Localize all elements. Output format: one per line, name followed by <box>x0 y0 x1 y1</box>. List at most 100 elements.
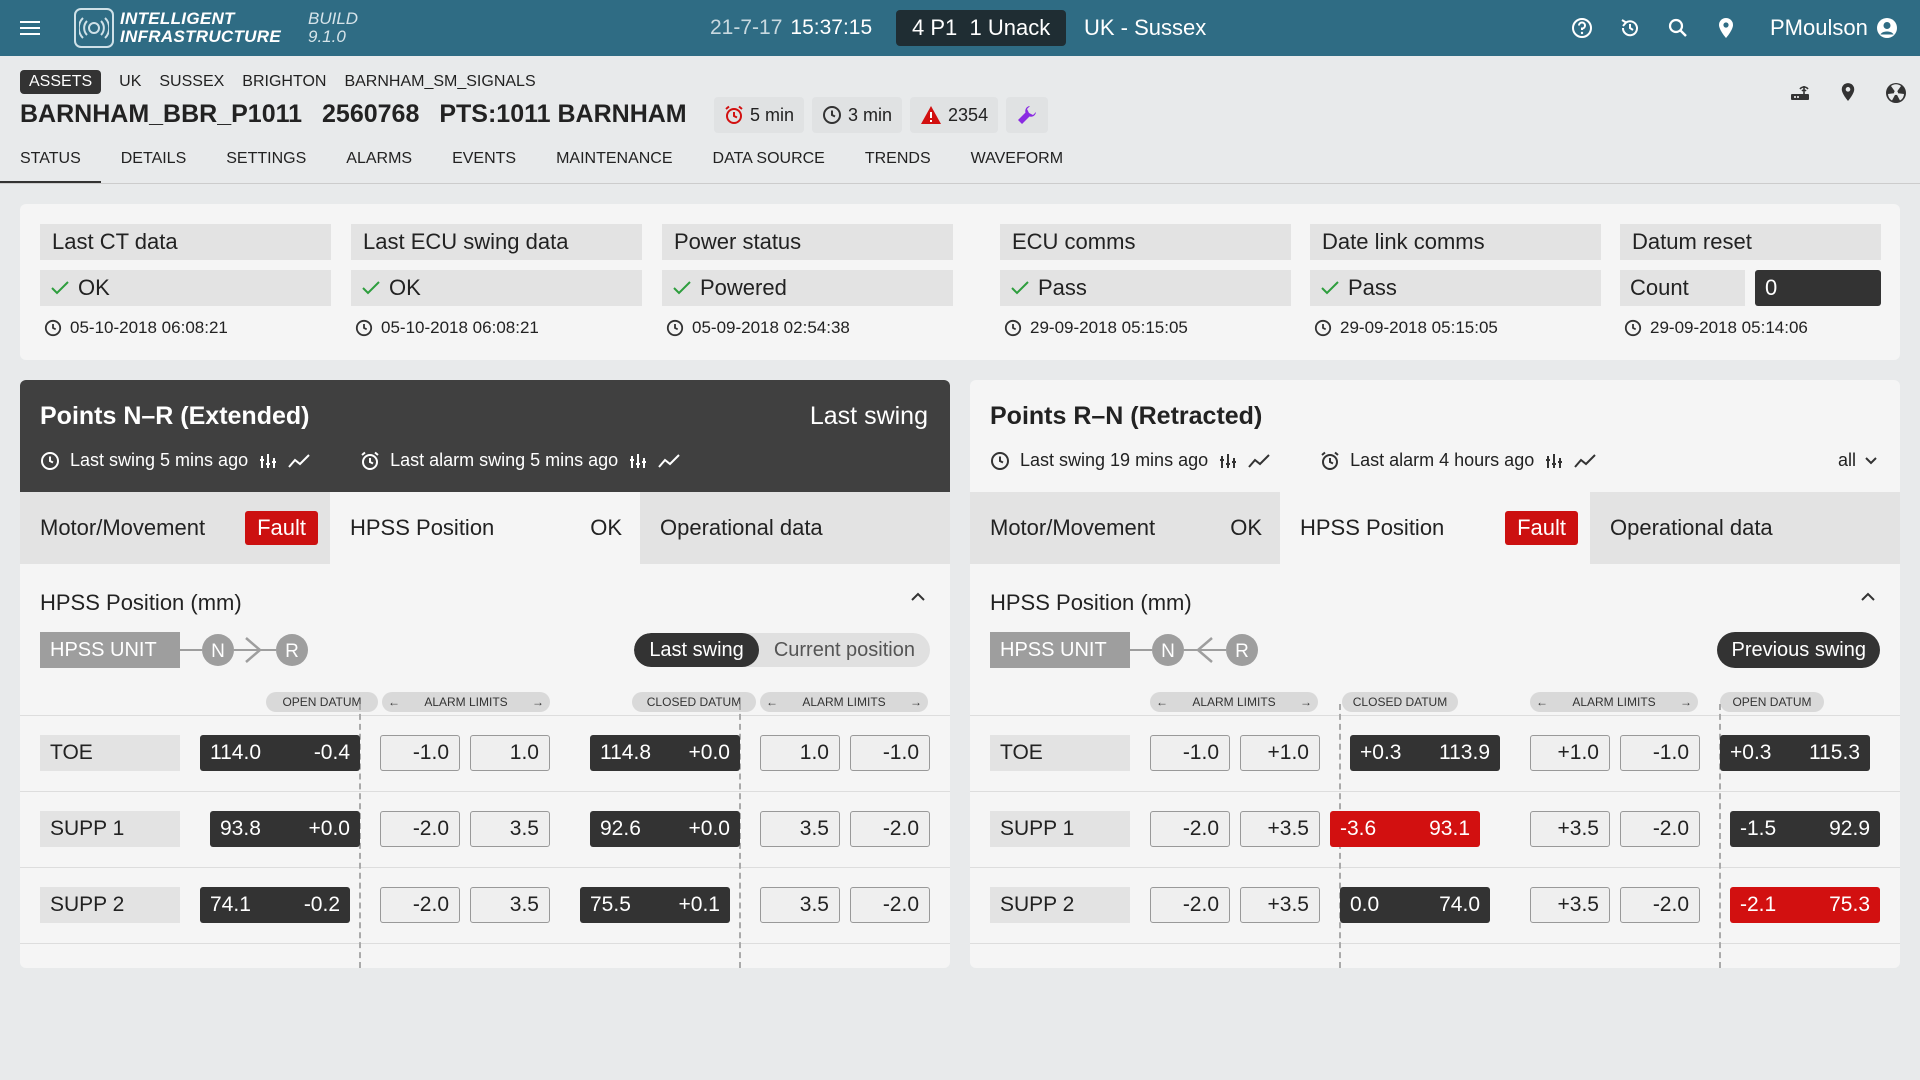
column-header-closed-datum: CLOSED DATUM <box>632 692 756 712</box>
chevron-up-icon[interactable] <box>910 592 926 602</box>
breadcrumb-item[interactable]: BRIGHTON <box>242 73 326 91</box>
location-icon[interactable] <box>1824 82 1872 104</box>
bar-chart-icon[interactable] <box>1544 452 1564 470</box>
alarm-limit: -1.0 <box>1150 735 1230 771</box>
status-summary-card: Last CT data OK 05-10-2018 06:08:21 Last… <box>20 204 1900 360</box>
tab-events[interactable]: EVENTS <box>432 144 536 184</box>
breadcrumb-item[interactable]: BARNHAM_SM_SIGNALS <box>344 73 535 91</box>
previous-swing-button[interactable]: Previous swing <box>1717 632 1880 668</box>
asset-name: BARNHAM_BBR_P1011 <box>20 100 303 128</box>
clock-icon <box>1314 319 1332 337</box>
search-icon[interactable] <box>1658 0 1698 56</box>
tab-operational-data[interactable]: Operational data <box>1590 492 1900 564</box>
router-icon[interactable] <box>1776 82 1824 104</box>
check-icon <box>1320 280 1340 296</box>
tab-operational-data[interactable]: Operational data <box>640 492 950 564</box>
svg-text:R: R <box>285 641 299 662</box>
last-swing-text: Last swing 19 mins ago <box>1020 450 1209 470</box>
tab-settings[interactable]: SETTINGS <box>206 144 326 184</box>
filter-dropdown[interactable]: all <box>1838 450 1878 471</box>
panel-tabs: Motor/Movement OK HPSS Position Fault Op… <box>970 492 1900 564</box>
tab-motor-movement[interactable]: Motor/Movement Fault <box>20 492 330 564</box>
open-datum-value: +0.3 115.3 <box>1720 735 1870 771</box>
breadcrumb-assets[interactable]: ASSETS <box>20 70 102 94</box>
alarm-limit: -2.0 <box>1150 887 1230 923</box>
alarm-clock-icon <box>360 451 380 471</box>
swing-toggle: Last swing Current position <box>634 633 930 667</box>
tab-motor-movement[interactable]: Motor/Movement OK <box>970 492 1280 564</box>
build-version: BUILD 9.1.0 <box>308 9 359 46</box>
trend-icon[interactable] <box>288 453 310 469</box>
chevron-down-icon <box>1864 456 1878 466</box>
arrow-left-icon: ← <box>388 695 400 709</box>
last-swing-text: Last swing 5 mins ago <box>70 450 249 470</box>
maintenance-chip[interactable] <box>1006 97 1049 133</box>
panel-last-swing-title: Last swing <box>809 402 928 430</box>
bar-chart-icon[interactable] <box>258 452 278 470</box>
open-datum-value: -2.1 75.3 <box>1730 887 1880 923</box>
asset-chips: 5 min 3 min 2354 <box>714 97 1049 133</box>
radiation-icon[interactable] <box>1872 82 1920 104</box>
tab-waveform[interactable]: WAVEFORM <box>951 144 1083 184</box>
status-last-ecu-swing: Last ECU swing data OK 05-10-2018 06:08:… <box>351 224 642 338</box>
toggle-last-swing[interactable]: Last swing <box>634 633 759 667</box>
tab-maintenance[interactable]: MAINTENANCE <box>536 144 692 184</box>
breadcrumb-item[interactable]: UK <box>119 73 141 91</box>
menu-icon[interactable] <box>10 0 50 56</box>
clock-time: 15:37:15 <box>790 16 873 39</box>
section-title: HPSS Position (mm) <box>990 590 1192 615</box>
history-icon[interactable] <box>1610 0 1650 56</box>
tab-details[interactable]: DETAILS <box>101 144 207 184</box>
alarm-limit: +3.5 <box>1530 811 1610 847</box>
trend-icon[interactable] <box>1248 453 1270 469</box>
closed-datum-value: 0.0 74.0 <box>1340 887 1490 923</box>
alarm-limit: 3.5 <box>760 887 840 923</box>
trend-icon[interactable] <box>1574 453 1596 469</box>
tab-data-source[interactable]: DATA SOURCE <box>693 144 845 184</box>
location-pin-icon[interactable] <box>1706 0 1746 56</box>
alarm-summary-button[interactable]: 4 P1 1 Unack <box>896 10 1067 46</box>
wrench-icon <box>1018 106 1037 124</box>
status-power: Power status Powered 05-09-2018 02:54:38 <box>662 224 953 338</box>
clock-chip[interactable]: 3 min <box>812 97 903 133</box>
arrow-left-icon: ← <box>1536 695 1548 709</box>
region-selector[interactable]: UK - Sussex <box>1084 0 1206 56</box>
panel-title: Points R–N (Retracted) <box>990 402 1263 430</box>
clock-icon <box>44 319 62 337</box>
r-to-n-diagram: N R <box>1130 634 1258 666</box>
bar-chart-icon[interactable] <box>1218 452 1238 470</box>
tab-alarms[interactable]: ALARMS <box>326 144 432 184</box>
clock-icon <box>1624 319 1642 337</box>
alarm-limit: +3.5 <box>1240 887 1320 923</box>
panel-title: Points N–R (Extended) <box>40 402 310 430</box>
trend-icon[interactable] <box>658 453 680 469</box>
alarm-limit: +3.5 <box>1530 887 1610 923</box>
tab-status[interactable]: STATUS <box>0 144 101 184</box>
toggle-current-position[interactable]: Current position <box>759 633 930 667</box>
svg-text:N: N <box>1161 641 1175 662</box>
breadcrumb-item[interactable]: SUSSEX <box>159 73 224 91</box>
hpss-unit-diagram: HPSS UNIT N R <box>990 632 1280 668</box>
closed-datum-value: +0.3 113.9 <box>1350 735 1500 771</box>
alarm-clock-icon <box>1320 451 1340 471</box>
points-nr-panel: Points N–R (Extended) Last swing Last sw… <box>20 380 950 968</box>
section-title: HPSS Position (mm) <box>40 590 242 615</box>
tab-trends[interactable]: TRENDS <box>845 144 951 184</box>
alarm-clock-chip[interactable]: 5 min <box>714 97 805 133</box>
warning-chip[interactable]: 2354 <box>910 97 999 133</box>
column-header-closed-datum: CLOSED DATUM <box>1342 692 1458 712</box>
logo-icon <box>74 8 114 48</box>
arrow-left-icon: ← <box>766 695 778 709</box>
user-menu[interactable]: PMoulson <box>1770 0 1898 56</box>
help-icon[interactable] <box>1562 0 1602 56</box>
column-header-alarm-limits: ← ALARM LIMITS → <box>382 692 550 712</box>
alarm-limit: -2.0 <box>380 887 460 923</box>
panel-header: Points R–N (Retracted) Last swing 19 min… <box>970 380 1900 492</box>
tab-hpss-position[interactable]: HPSS Position Fault <box>1280 492 1590 564</box>
arrow-right-icon: → <box>1679 695 1692 709</box>
asset-pts: PTS:1011 BARNHAM <box>439 100 687 128</box>
tab-hpss-position[interactable]: HPSS Position OK <box>330 492 640 564</box>
bar-chart-icon[interactable] <box>628 452 648 470</box>
alarm-limit: +1.0 <box>1240 735 1320 771</box>
chevron-up-icon[interactable] <box>1860 592 1876 602</box>
